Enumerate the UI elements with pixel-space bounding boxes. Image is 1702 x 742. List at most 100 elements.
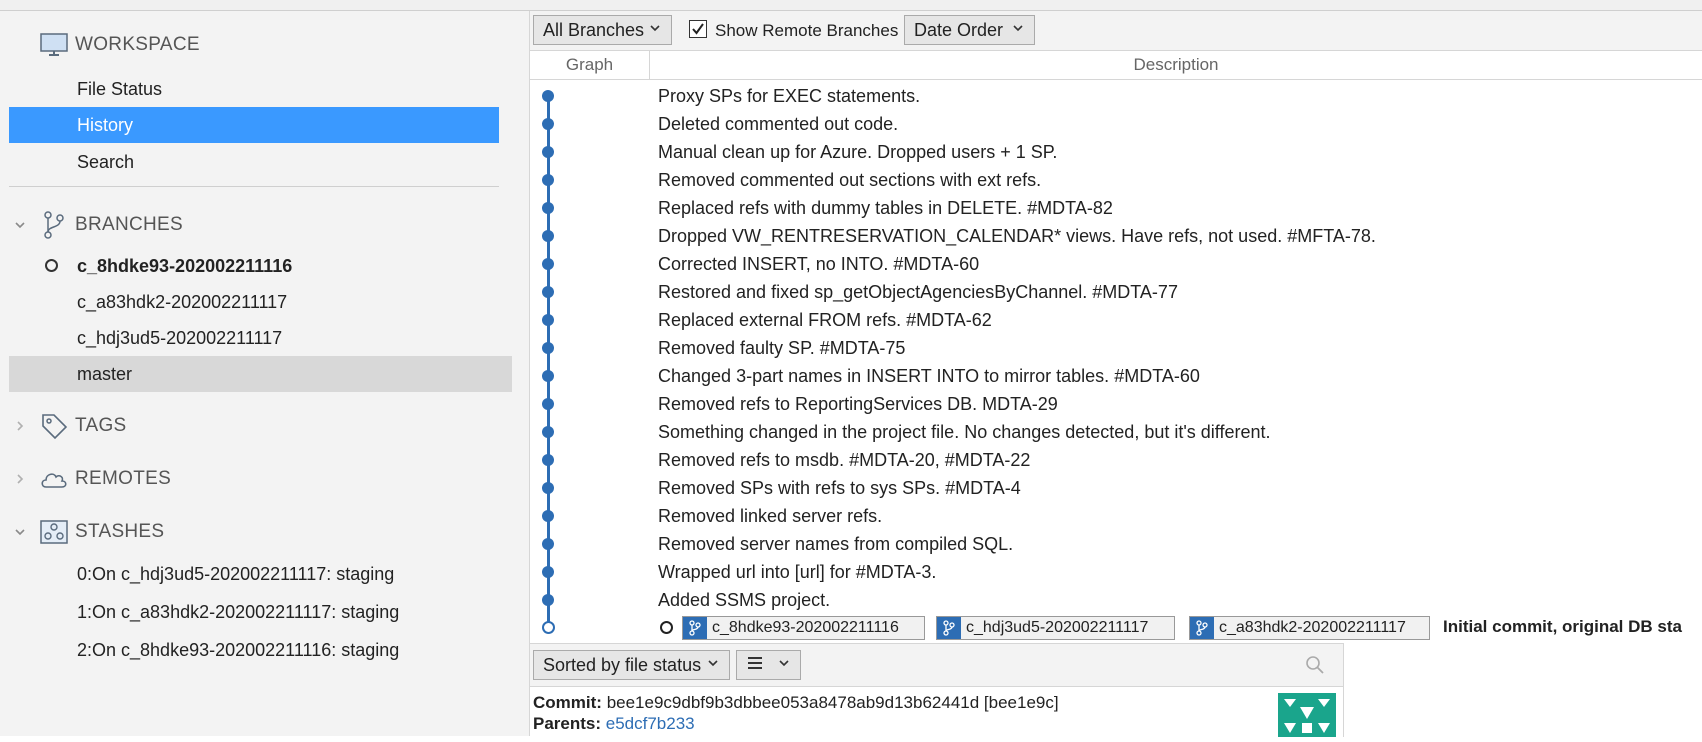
- parents-label: Parents:: [533, 714, 602, 733]
- commit-hash: bee1e9c9dbf9b3dbbee053a8478ab9d13b62441d…: [606, 693, 1059, 712]
- workspace-title: WORKSPACE: [75, 34, 200, 55]
- sidebar: WORKSPACE File Status History Search BRA…: [0, 11, 530, 736]
- commit-description: Removed server names from compiled SQL.: [658, 534, 1014, 554]
- commit-row[interactable]: Changed 3-part names in INSERT INTO to m…: [530, 362, 1702, 390]
- sidebar-stash-item[interactable]: 1:On c_a83hdk2-202002211117: staging: [9, 594, 499, 630]
- sidebar-divider: [9, 186, 499, 187]
- remotes-header[interactable]: REMOTES: [0, 459, 529, 499]
- commit-node-icon: [542, 538, 554, 550]
- commit-node-icon: [542, 90, 554, 102]
- sidebar-branch-item[interactable]: c_hdj3ud5-202002211117: [9, 320, 499, 356]
- commit-node-icon: [542, 454, 554, 466]
- commit-node-icon: [542, 482, 554, 494]
- cloud-icon: [38, 463, 70, 495]
- commit-row[interactable]: Wrapped url into [url] for #MDTA-3.: [530, 558, 1702, 586]
- chevron-down-icon: [1012, 22, 1024, 37]
- commit-node-icon: [542, 594, 554, 606]
- branch-filter-value: All Branches: [543, 19, 645, 40]
- commit-row[interactable]: Removed refs to msdb. #MDTA-20, #MDTA-22: [530, 446, 1702, 474]
- chevron-right-icon[interactable]: [14, 420, 26, 432]
- commit-node-icon: [542, 510, 554, 522]
- commit-row[interactable]: Manual clean up for Azure. Dropped users…: [530, 138, 1702, 166]
- sidebar-item-history[interactable]: History: [9, 107, 499, 143]
- commit-row[interactable]: Replaced refs with dummy tables in DELET…: [530, 194, 1702, 222]
- parent-commit-link[interactable]: e5dcf7b233: [606, 714, 695, 733]
- commit-description: Wrapped url into [url] for #MDTA-3.: [658, 562, 937, 582]
- remotes-title: REMOTES: [75, 468, 172, 489]
- commit-description: Replaced refs with dummy tables in DELET…: [658, 198, 1113, 218]
- commit-row[interactable]: Removed server names from compiled SQL.: [530, 530, 1702, 558]
- sidebar-branch-master[interactable]: master: [9, 356, 512, 392]
- commit-node-icon: [542, 398, 554, 410]
- avatar: [1278, 693, 1336, 737]
- commit-node-icon: [542, 370, 554, 382]
- branches-title: BRANCHES: [75, 214, 183, 235]
- commit-row[interactable]: Dropped VW_RENTRESERVATION_CALENDAR* vie…: [530, 222, 1702, 250]
- commit-node-root-icon: [542, 621, 555, 634]
- graph-column-header[interactable]: Graph: [530, 51, 650, 79]
- commit-row[interactable]: Proxy SPs for EXEC statements.: [530, 82, 1702, 110]
- search-icon[interactable]: [1305, 655, 1325, 680]
- commit-node-icon: [542, 426, 554, 438]
- file-sort-dropdown[interactable]: Sorted by file status: [533, 650, 730, 680]
- branch-tag-label: c_8hdke93-202002211116: [712, 619, 899, 636]
- commit-row[interactable]: Added SSMS project.: [530, 586, 1702, 614]
- commit-row[interactable]: Removed commented out sections with ext …: [530, 166, 1702, 194]
- commit-description: Changed 3-part names in INSERT INTO to m…: [658, 366, 1200, 386]
- sidebar-stash-item[interactable]: 2:On c_8hdke93-202002211116: staging: [9, 632, 499, 668]
- sidebar-item-file-status[interactable]: File Status: [9, 71, 499, 107]
- stashes-header[interactable]: STASHES: [0, 512, 529, 552]
- commit-node-icon: [542, 146, 554, 158]
- commit-row[interactable]: Removed linked server refs.: [530, 502, 1702, 530]
- commit-description: Corrected INSERT, no INTO. #MDTA-60: [658, 254, 980, 274]
- commit-description: Removed refs to ReportingServices DB. MD…: [658, 394, 1058, 414]
- order-dropdown[interactable]: Date Order: [904, 15, 1035, 45]
- commit-description: Deleted commented out code.: [658, 114, 899, 134]
- workspace-header[interactable]: WORKSPACE: [0, 25, 529, 65]
- tags-header[interactable]: TAGS: [0, 406, 529, 446]
- commit-node-icon: [542, 230, 554, 242]
- chevron-right-icon[interactable]: [14, 473, 26, 485]
- commit-description: Removed refs to msdb. #MDTA-20, #MDTA-22: [658, 450, 1031, 470]
- list-view-icon: [746, 655, 764, 676]
- commit-row-initial[interactable]: c_8hdke93-202002211116 c_hdj3ud5-2020022…: [530, 613, 1702, 641]
- chevron-down-icon[interactable]: [14, 526, 26, 538]
- tags-title: TAGS: [75, 415, 127, 436]
- commit-row[interactable]: Replaced external FROM refs. #MDTA-62: [530, 306, 1702, 334]
- commit-row[interactable]: Something changed in the project file. N…: [530, 418, 1702, 446]
- description-column-header[interactable]: Description: [650, 51, 1702, 79]
- commit-description: Removed linked server refs.: [658, 506, 883, 526]
- sidebar-stash-item[interactable]: 0:On c_hdj3ud5-202002211117: staging: [9, 556, 499, 592]
- branch-icon: [937, 617, 961, 639]
- sidebar-branch-current[interactable]: c_8hdke93-202002211116: [9, 248, 499, 284]
- commit-description: Proxy SPs for EXEC statements.: [658, 86, 921, 106]
- commit-row[interactable]: Removed faulty SP. #MDTA-75: [530, 334, 1702, 362]
- commit-row[interactable]: Removed SPs with refs to sys SPs. #MDTA-…: [530, 474, 1702, 502]
- chevron-down-icon[interactable]: [14, 219, 26, 231]
- show-remote-branches-checkbox[interactable]: [689, 20, 707, 38]
- parents-line: Parents: e5dcf7b233: [533, 714, 695, 734]
- commit-hash-line: Commit: bee1e9c9dbf9b3dbbee053a8478ab9d1…: [533, 693, 1059, 713]
- order-value: Date Order: [914, 19, 1004, 40]
- history-toolbar: All Branches Show Remote Branches Date O…: [530, 11, 1702, 51]
- branch-icon: [38, 209, 70, 241]
- commit-list-header: Graph Description: [530, 51, 1702, 80]
- commit-row[interactable]: Restored and fixed sp_getObjectAgenciesB…: [530, 278, 1702, 306]
- commit-node-icon: [542, 314, 554, 326]
- view-mode-dropdown[interactable]: [736, 650, 801, 680]
- sidebar-item-search[interactable]: Search: [9, 144, 499, 180]
- branch-filter-dropdown[interactable]: All Branches: [533, 15, 672, 45]
- branches-header[interactable]: BRANCHES: [0, 205, 529, 245]
- commit-label: Commit:: [533, 693, 602, 712]
- show-remote-branches-label[interactable]: Show Remote Branches: [715, 21, 898, 41]
- commit-row[interactable]: Deleted commented out code.: [530, 110, 1702, 138]
- sidebar-branch-item[interactable]: c_a83hdk2-202002211117: [9, 284, 499, 320]
- branch-tag[interactable]: c_8hdke93-202002211116: [682, 616, 925, 640]
- branch-tag[interactable]: c_a83hdk2-202002211117: [1189, 616, 1430, 640]
- branch-tag[interactable]: c_hdj3ud5-202002211117: [936, 616, 1175, 640]
- tag-icon: [38, 410, 70, 442]
- commit-row[interactable]: Corrected INSERT, no INTO. #MDTA-60: [530, 250, 1702, 278]
- commit-row[interactable]: Removed refs to ReportingServices DB. MD…: [530, 390, 1702, 418]
- branch-tag-label: c_a83hdk2-202002211117: [1219, 619, 1406, 636]
- commit-node-icon: [542, 174, 554, 186]
